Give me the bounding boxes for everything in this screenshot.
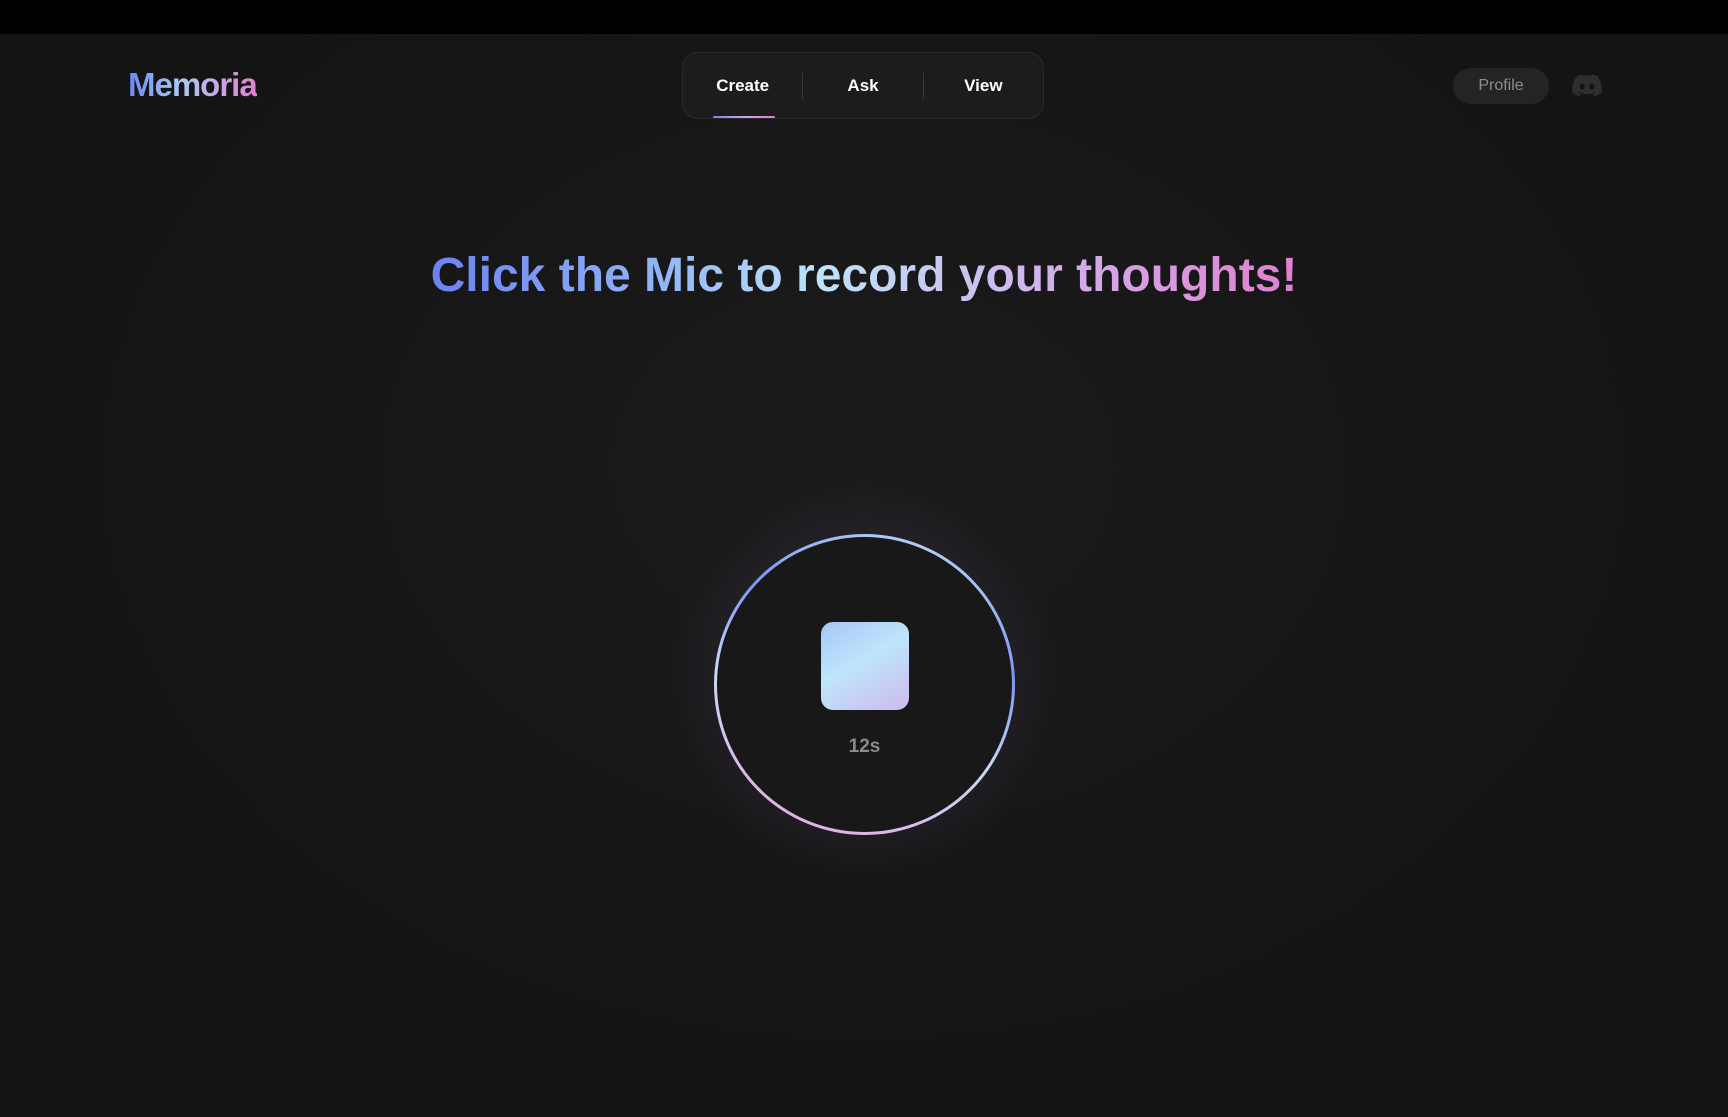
- profile-button[interactable]: Profile: [1453, 68, 1549, 104]
- tab-create-label: Create: [716, 75, 770, 95]
- top-strip: [0, 0, 1728, 34]
- tab-create[interactable]: Create: [683, 53, 802, 118]
- app-logo[interactable]: Memoria: [128, 66, 258, 104]
- recording-timer: 12s: [848, 735, 881, 757]
- active-tab-indicator: [713, 116, 775, 118]
- tab-ask[interactable]: Ask: [803, 53, 922, 118]
- nav-bar: Create Ask View: [682, 52, 1044, 119]
- record-button-inner: 12s: [717, 537, 1012, 832]
- profile-button-label: Profile: [1478, 77, 1524, 94]
- app-page: Memoria Create Ask View Profile Click th…: [0, 34, 1728, 1117]
- stop-icon: [820, 621, 909, 710]
- headline-text: Click the Mic to record your thoughts!: [430, 249, 1298, 302]
- discord-icon[interactable]: [1572, 74, 1602, 98]
- record-button[interactable]: 12s: [714, 534, 1015, 835]
- tab-view-label: View: [964, 75, 1003, 95]
- tab-ask-label: Ask: [847, 75, 879, 95]
- tab-view[interactable]: View: [924, 53, 1043, 118]
- page-headline: Click the Mic to record your thoughts!: [0, 248, 1728, 303]
